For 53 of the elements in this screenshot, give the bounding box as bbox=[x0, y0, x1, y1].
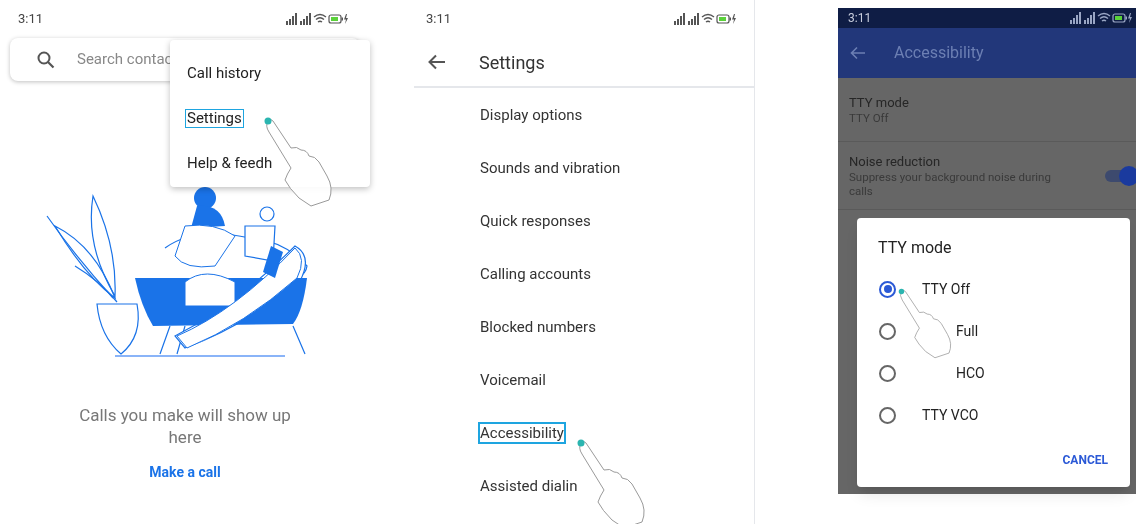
tap-marker bbox=[577, 439, 585, 447]
radio-button[interactable] bbox=[879, 364, 896, 382]
cancel-button[interactable]: CANCEL bbox=[1062, 451, 1108, 469]
search-field[interactable]: Search contac bbox=[77, 48, 187, 71]
search-icon bbox=[37, 50, 55, 69]
signal-icon bbox=[286, 13, 297, 25]
hand-pointer-icon bbox=[579, 441, 645, 524]
radio-button[interactable] bbox=[879, 322, 896, 340]
preference-item[interactable]: Display options bbox=[478, 103, 585, 126]
signal-icon bbox=[1084, 12, 1095, 24]
setting-title: Noise reduction bbox=[849, 153, 942, 170]
menu-item[interactable]: Call history bbox=[185, 64, 264, 83]
preference-item[interactable]: Calling accounts bbox=[478, 262, 593, 285]
status-time: 3:11 bbox=[848, 10, 872, 27]
status-time: 3:11 bbox=[18, 10, 44, 29]
radio-option-label[interactable]: HCO bbox=[956, 362, 985, 384]
dialog-title: TTY mode bbox=[878, 237, 953, 259]
preference-item[interactable]: Assisted dialin bbox=[478, 474, 580, 497]
preference-item[interactable]: Sounds and vibration bbox=[478, 156, 623, 179]
radio-button[interactable] bbox=[879, 280, 896, 298]
radio-option-label[interactable]: TTY Off bbox=[922, 278, 971, 300]
charging-icon bbox=[732, 14, 736, 24]
radio-button[interactable] bbox=[879, 406, 896, 424]
battery-icon bbox=[328, 14, 343, 24]
battery-icon bbox=[716, 14, 731, 24]
tap-marker bbox=[898, 288, 905, 295]
screen-title: Accessibility bbox=[894, 42, 984, 64]
signal-icon bbox=[688, 13, 699, 25]
charging-icon bbox=[344, 14, 348, 24]
empty-state-message: Calls you make will show up here bbox=[79, 404, 291, 448]
setting-title: TTY mode bbox=[849, 94, 910, 111]
signal-icon bbox=[300, 13, 311, 25]
noise-reduction-switch[interactable] bbox=[1105, 165, 1135, 186]
preference-item[interactable]: Blocked numbers bbox=[478, 315, 598, 338]
battery-icon bbox=[1112, 13, 1127, 23]
menu-item[interactable]: Help & feedh bbox=[185, 154, 275, 173]
preference-item[interactable]: Quick responses bbox=[478, 209, 593, 232]
wifi-icon bbox=[1097, 12, 1111, 22]
screen-title: Settings bbox=[479, 50, 545, 75]
status-time: 3:11 bbox=[426, 10, 452, 29]
charging-icon bbox=[1128, 13, 1132, 23]
menu-item[interactable]: Settings bbox=[185, 109, 244, 128]
tap-marker bbox=[264, 117, 272, 125]
preference-item[interactable]: Accessibility bbox=[478, 421, 566, 444]
preference-item[interactable]: Voicemail bbox=[478, 368, 548, 391]
wifi-icon bbox=[701, 13, 715, 23]
radio-option-label[interactable]: TTY VCO bbox=[922, 404, 979, 426]
signal-icon bbox=[1070, 12, 1081, 24]
signal-icon bbox=[674, 13, 685, 25]
back-button[interactable] bbox=[428, 53, 446, 71]
radio-option-label[interactable]: Full bbox=[956, 320, 979, 342]
wifi-icon bbox=[313, 13, 327, 23]
make-call-link[interactable]: Make a call bbox=[149, 462, 221, 483]
